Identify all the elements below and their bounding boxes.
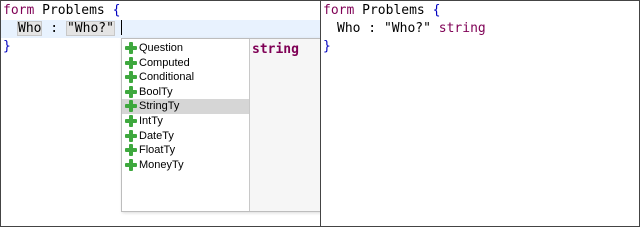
plus-icon bbox=[125, 85, 137, 98]
question-label: "Who?" bbox=[383, 21, 431, 36]
left-editor[interactable]: form Problems { Who : "Who?" } Question C… bbox=[1, 1, 320, 226]
editor-window: form Problems { Who : "Who?" } Question C… bbox=[0, 0, 640, 227]
proposal-label: Conditional bbox=[139, 71, 195, 84]
keyword-form: form bbox=[323, 3, 355, 18]
plus-icon bbox=[125, 129, 137, 142]
close-brace: } bbox=[3, 39, 11, 54]
question-type: string bbox=[438, 21, 486, 36]
text-caret bbox=[120, 20, 122, 35]
separator: : bbox=[360, 21, 384, 36]
form-name: Problems bbox=[34, 3, 113, 18]
proposal-item[interactable]: BoolTy bbox=[122, 85, 249, 100]
content-assist-popup: Question Computed Conditional BoolTy StringT… bbox=[121, 38, 320, 212]
code-line-3: } bbox=[3, 38, 11, 56]
proposal-item[interactable]: Conditional bbox=[122, 70, 249, 85]
plus-icon bbox=[125, 56, 137, 69]
proposal-label: StringTy bbox=[139, 100, 180, 113]
question-label: "Who?" bbox=[65, 21, 115, 36]
proposal-label: IntTy bbox=[139, 115, 163, 127]
proposal-label: Question bbox=[139, 42, 184, 54]
code-line-1: form Problems { bbox=[3, 2, 120, 20]
plus-icon bbox=[125, 71, 137, 84]
proposal-label: BoolTy bbox=[139, 85, 173, 98]
keyword-form: form bbox=[3, 3, 35, 18]
proposal-label: MoneyTy bbox=[139, 158, 184, 171]
plus-icon bbox=[125, 158, 137, 171]
proposal-item[interactable]: Computed bbox=[122, 56, 249, 71]
plus-icon bbox=[125, 115, 137, 127]
code-line-1: form Problems { bbox=[323, 2, 440, 20]
separator: : bbox=[42, 21, 66, 36]
open-brace: { bbox=[432, 3, 441, 18]
plus-icon bbox=[125, 100, 137, 113]
question-id: Who bbox=[337, 21, 361, 36]
form-name: Problems bbox=[354, 3, 433, 18]
proposal-item[interactable]: FloatTy bbox=[122, 143, 249, 158]
proposal-info-text: string bbox=[252, 42, 299, 57]
proposal-label: FloatTy bbox=[139, 144, 176, 157]
proposal-item[interactable]: IntTy bbox=[122, 114, 249, 129]
proposal-list[interactable]: Question Computed Conditional BoolTy StringT… bbox=[122, 39, 249, 211]
close-brace: } bbox=[323, 39, 331, 54]
code-line-2-current[interactable]: Who : "Who?" bbox=[1, 20, 320, 38]
proposal-label: Computed bbox=[139, 56, 190, 69]
proposal-info-panel: string bbox=[249, 39, 320, 211]
proposal-item[interactable]: MoneyTy bbox=[122, 158, 249, 173]
proposal-label: DateTy bbox=[139, 129, 174, 142]
plus-icon bbox=[125, 144, 137, 157]
proposal-item[interactable]: DateTy bbox=[122, 129, 249, 144]
proposal-item[interactable]: StringTy bbox=[122, 99, 249, 114]
proposal-item[interactable]: Question bbox=[122, 41, 249, 56]
code-line-3: } bbox=[323, 38, 331, 56]
open-brace: { bbox=[112, 3, 121, 18]
plus-icon bbox=[125, 42, 137, 54]
question-id: Who bbox=[17, 21, 43, 36]
right-editor[interactable]: form Problems { Who : "Who?" string } bbox=[321, 1, 639, 226]
code-line-2: Who : "Who?" string bbox=[321, 20, 639, 38]
